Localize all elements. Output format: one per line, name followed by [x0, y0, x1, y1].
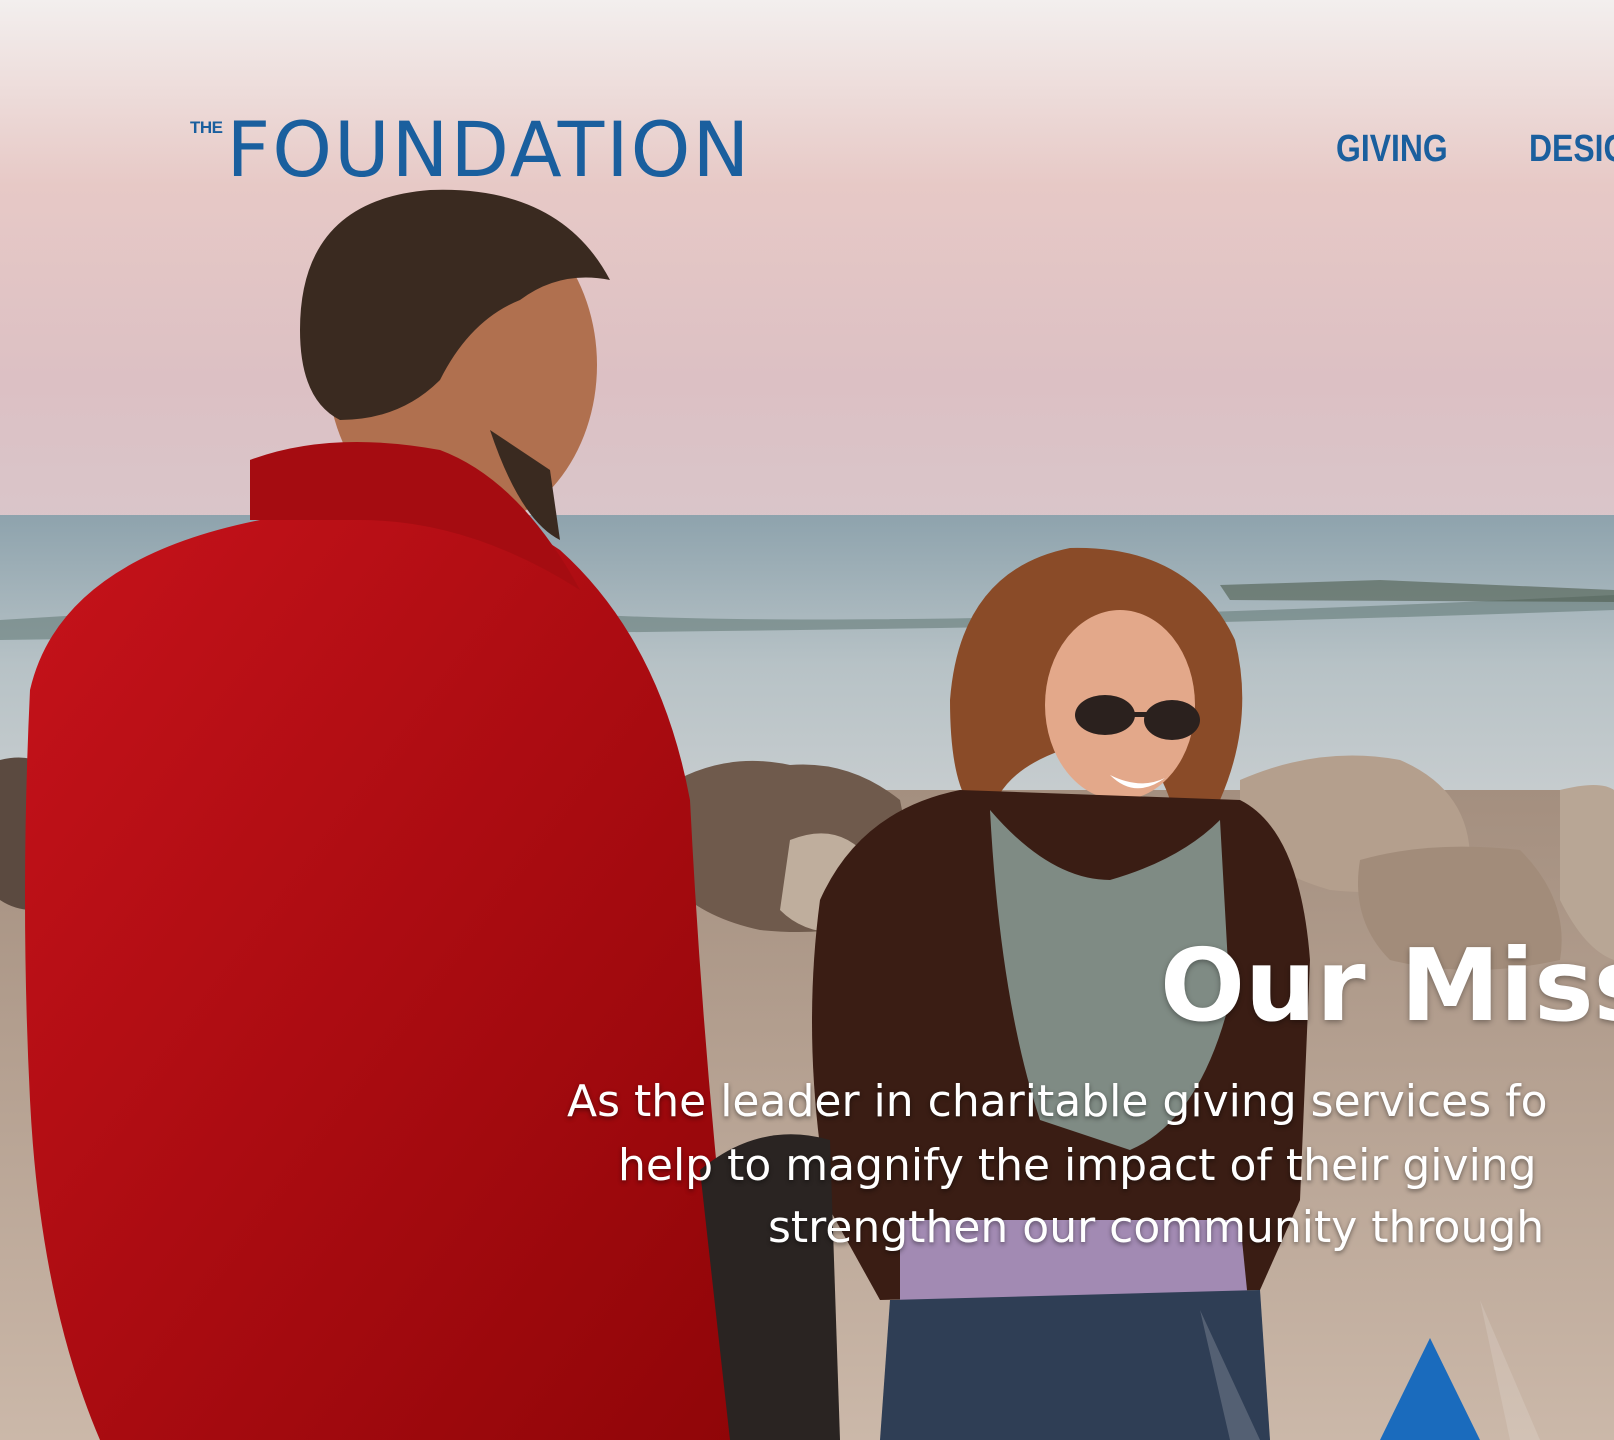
nav-item-designated[interactable]: DESIG [1529, 128, 1614, 171]
mission-text-line-1: As the leader in charitable giving servi… [567, 1076, 1548, 1127]
logo-prefix: THE [190, 118, 223, 137]
mission-text-line-2: help to magnify the impact of their givi… [618, 1140, 1537, 1191]
logo-wordmark: FOUNDATION [226, 105, 752, 194]
site-logo[interactable]: THE FOUNDATION [190, 108, 751, 192]
main-navigation: GIVING DESIG [1336, 128, 1614, 171]
mission-text-line-3: strengthen our community through [768, 1202, 1545, 1253]
mission-heading: Our Miss [1160, 927, 1614, 1044]
hero-section: THE FOUNDATION GIVING DESIG Our Miss As … [0, 0, 1614, 1440]
nav-item-giving[interactable]: GIVING [1336, 128, 1448, 171]
